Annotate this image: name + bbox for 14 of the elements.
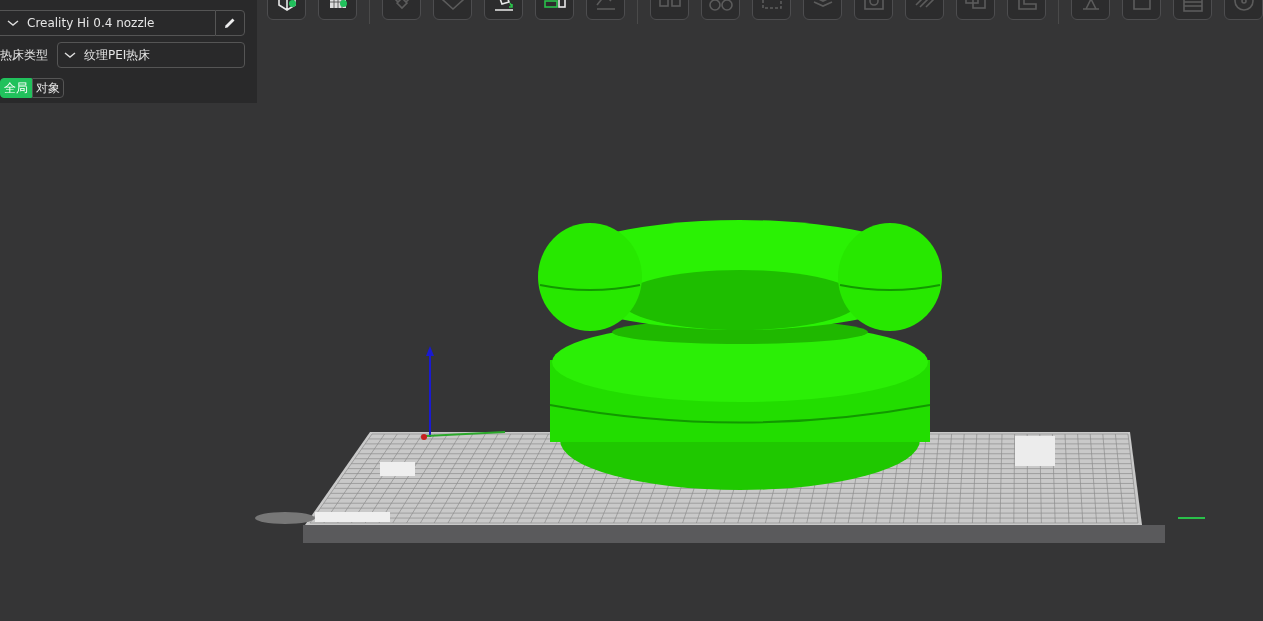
bed-type-label: 热床类型 (0, 46, 48, 64)
marker-icon (1177, 517, 1206, 519)
printer-select[interactable]: Creality Hi 0.4 nozzle (0, 10, 215, 36)
bed-type-select[interactable]: 纹理PEI热床 (57, 42, 245, 68)
status-dot-icon (340, 0, 347, 7)
axis-icon (421, 346, 506, 440)
chevron-icon (7, 19, 19, 27)
status-dot-icon (289, 0, 296, 7)
edit-button[interactable] (215, 10, 245, 36)
bed-type-value: 纹理PEI热床 (84, 46, 151, 64)
printer-name: Creality Hi 0.4 nozzle (27, 16, 155, 30)
pencil-icon (223, 16, 237, 30)
scope-tab[interactable]: 对象 (32, 78, 64, 98)
chevron-icon (64, 51, 76, 59)
